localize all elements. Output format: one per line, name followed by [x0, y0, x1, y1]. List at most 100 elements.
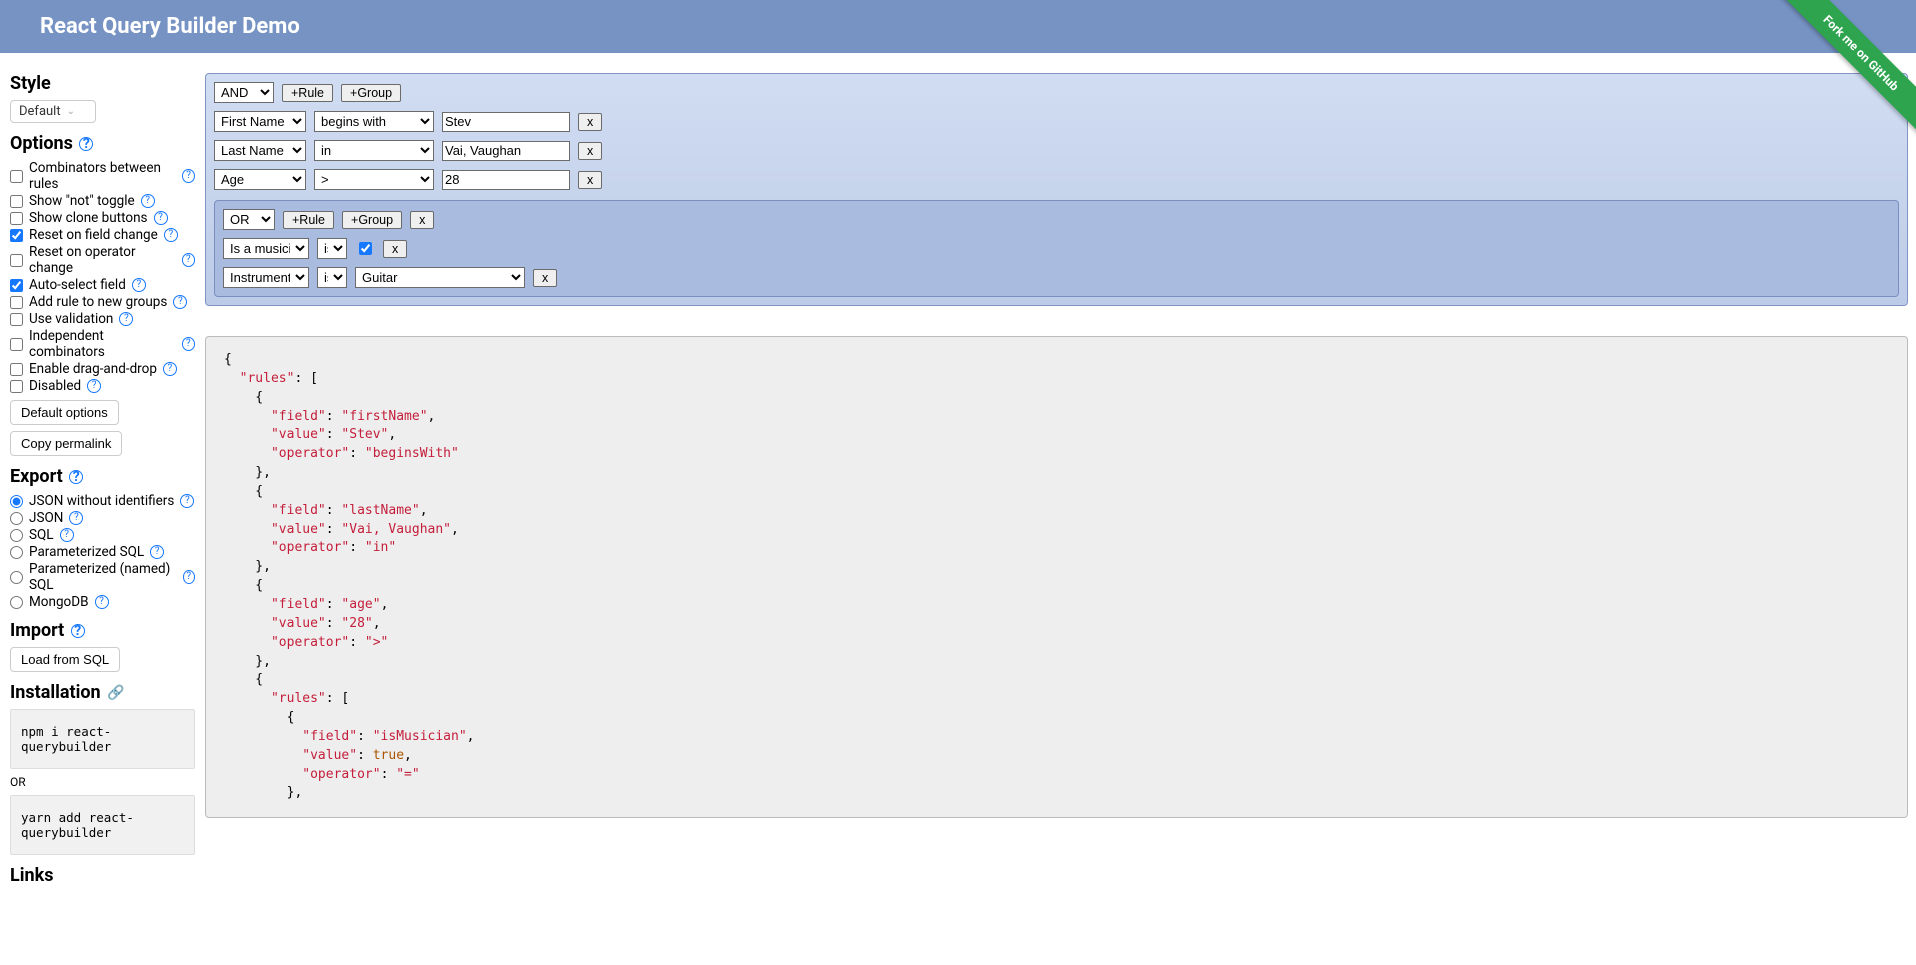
links-heading: Links [10, 865, 195, 886]
main-content: AND +Rule +Group First Name begins with … [205, 53, 1916, 851]
option-checkbox[interactable] [10, 195, 23, 208]
field-select[interactable]: Is a musician [223, 238, 309, 259]
export-heading: Export ? [10, 466, 195, 487]
export-option-label: MongoDB [29, 594, 89, 610]
operator-select[interactable]: > [314, 169, 434, 190]
combinator-select[interactable]: OR [223, 209, 275, 230]
remove-rule-button[interactable]: x [578, 113, 602, 131]
operator-select[interactable]: is [317, 238, 347, 259]
help-icon[interactable]: ? [182, 169, 195, 183]
option-row: Reset on operator change? [10, 244, 195, 276]
copy-permalink-button[interactable]: Copy permalink [10, 431, 122, 456]
help-icon[interactable]: ? [164, 228, 178, 242]
option-row: Use validation? [10, 311, 195, 327]
help-icon[interactable]: ? [69, 511, 83, 525]
option-row: Show clone buttons? [10, 210, 195, 226]
operator-select[interactable]: is [317, 267, 347, 288]
installation-heading: Installation 🔗 [10, 682, 195, 703]
help-icon[interactable]: ? [154, 211, 168, 225]
value-checkbox[interactable] [359, 242, 372, 255]
link-icon[interactable]: 🔗 [107, 685, 124, 701]
add-rule-button[interactable]: +Rule [283, 211, 334, 229]
field-select[interactable]: Age [214, 169, 306, 190]
field-select[interactable]: Last Name [214, 140, 306, 161]
query-builder-inner-group: OR +Rule +Group x Is a musician is x Ins… [214, 200, 1899, 297]
remove-rule-button[interactable]: x [383, 240, 407, 258]
operator-select[interactable]: begins with [314, 111, 434, 132]
option-label: Enable drag-and-drop [29, 361, 157, 377]
export-radio[interactable] [10, 596, 23, 609]
help-icon[interactable]: ? [182, 253, 195, 267]
option-checkbox[interactable] [10, 363, 23, 376]
remove-group-button[interactable]: x [410, 211, 434, 229]
option-row: Disabled? [10, 378, 195, 394]
operator-select[interactable]: in [314, 140, 434, 161]
remove-rule-button[interactable]: x [578, 142, 602, 160]
option-checkbox[interactable] [10, 380, 23, 393]
help-icon[interactable]: ? [87, 379, 101, 393]
option-checkbox[interactable] [10, 296, 23, 309]
export-radio[interactable] [10, 546, 23, 559]
export-output[interactable]: { "rules": [ { "field": "firstName", "va… [205, 336, 1908, 818]
help-icon[interactable]: ? [141, 194, 155, 208]
add-group-button[interactable]: +Group [342, 211, 402, 229]
help-icon[interactable]: ? [183, 570, 195, 584]
app-header: React Query Builder Demo [0, 0, 1916, 53]
option-label: Auto-select field [29, 277, 126, 293]
help-icon[interactable]: ? [95, 595, 109, 609]
option-checkbox[interactable] [10, 170, 23, 183]
option-checkbox[interactable] [10, 212, 23, 225]
options-heading: Options ? [10, 133, 195, 154]
rule-row: Age > x [214, 169, 1899, 190]
option-checkbox[interactable] [10, 254, 23, 267]
combinator-select[interactable]: AND [214, 82, 274, 103]
option-checkbox[interactable] [10, 338, 23, 351]
option-row: Show "not" toggle? [10, 193, 195, 209]
help-icon[interactable]: ? [119, 312, 133, 326]
help-icon[interactable]: ? [79, 137, 93, 151]
help-icon[interactable]: ? [132, 278, 146, 292]
rule-row: Instrument is Guitar x [223, 267, 1890, 288]
default-options-button[interactable]: Default options [10, 400, 119, 425]
help-icon[interactable]: ? [173, 295, 187, 309]
help-icon[interactable]: ? [163, 362, 177, 376]
export-heading-text: Export [10, 466, 63, 487]
help-icon[interactable]: ? [60, 528, 74, 542]
value-input[interactable] [442, 170, 570, 190]
export-option-label: JSON [29, 510, 63, 526]
installation-heading-text: Installation [10, 682, 101, 703]
option-checkbox[interactable] [10, 279, 23, 292]
install-yarn-code[interactable]: yarn add react-querybuilder [10, 795, 195, 855]
export-radio[interactable] [10, 571, 23, 584]
help-icon[interactable]: ? [180, 494, 194, 508]
export-radio[interactable] [10, 529, 23, 542]
import-heading: Import ? [10, 620, 195, 641]
remove-rule-button[interactable]: x [533, 269, 557, 287]
help-icon[interactable]: ? [71, 624, 85, 638]
remove-rule-button[interactable]: x [578, 171, 602, 189]
export-option-label: Parameterized (named) SQL [29, 561, 177, 593]
help-icon[interactable]: ? [182, 337, 195, 351]
option-checkbox[interactable] [10, 229, 23, 242]
value-input[interactable] [442, 141, 570, 161]
option-label: Show clone buttons [29, 210, 148, 226]
option-label: Disabled [29, 378, 81, 394]
export-option-row: JSON? [10, 510, 195, 526]
export-radio[interactable] [10, 512, 23, 525]
field-select[interactable]: First Name [214, 111, 306, 132]
style-select[interactable]: Default ⌄ [10, 100, 96, 123]
add-group-button[interactable]: +Group [341, 84, 401, 102]
install-npm-code[interactable]: npm i react-querybuilder [10, 709, 195, 769]
style-heading: Style [10, 73, 195, 94]
load-from-sql-button[interactable]: Load from SQL [10, 647, 120, 672]
field-select[interactable]: Instrument [223, 267, 309, 288]
value-select[interactable]: Guitar [355, 267, 525, 288]
value-input[interactable] [442, 112, 570, 132]
option-checkbox[interactable] [10, 313, 23, 326]
export-radio[interactable] [10, 495, 23, 508]
help-icon[interactable]: ? [150, 545, 164, 559]
add-rule-button[interactable]: +Rule [282, 84, 333, 102]
help-icon[interactable]: ? [69, 470, 83, 484]
export-option-row: Parameterized SQL? [10, 544, 195, 560]
option-label: Use validation [29, 311, 113, 327]
